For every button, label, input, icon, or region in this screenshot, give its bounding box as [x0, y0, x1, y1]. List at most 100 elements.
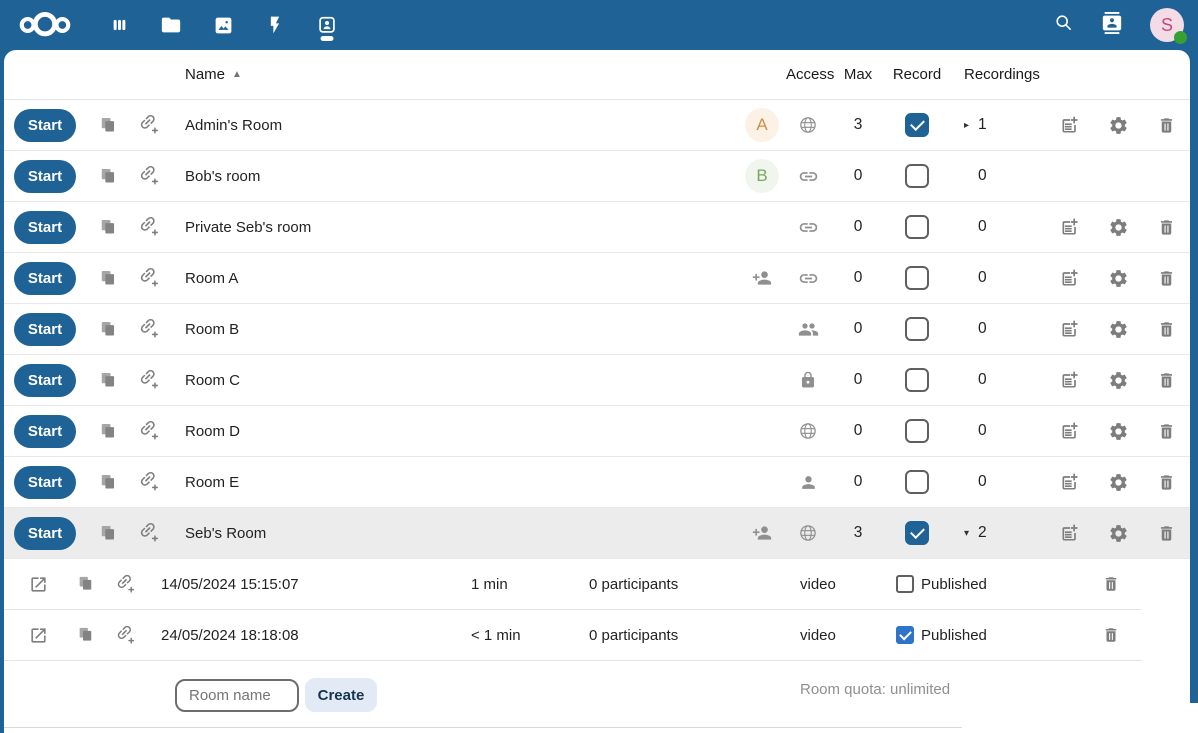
delete-room-button[interactable]	[1142, 320, 1190, 339]
start-button[interactable]: Start	[14, 517, 76, 550]
add-link-button[interactable]	[126, 471, 174, 493]
edit-room-button[interactable]	[1046, 523, 1094, 543]
record-checkbox[interactable]	[905, 215, 929, 239]
delete-recording-button[interactable]	[1080, 626, 1141, 644]
record-checkbox[interactable]	[905, 470, 929, 494]
room-name: Admin's Room	[174, 117, 738, 134]
start-button[interactable]: Start	[14, 109, 76, 142]
room-settings-button[interactable]	[1094, 523, 1142, 544]
recording-row: 14/05/2024 15:15:07 1 min 0 participants…	[4, 559, 1141, 610]
room-settings-button[interactable]	[1094, 115, 1142, 136]
delete-room-button[interactable]	[1142, 422, 1190, 441]
record-checkbox[interactable]	[905, 368, 929, 392]
delete-room-button[interactable]	[1142, 269, 1190, 288]
create-room-button[interactable]: Create	[305, 678, 377, 712]
copy-link-button[interactable]	[90, 524, 126, 543]
start-button[interactable]: Start	[14, 262, 76, 295]
recordings-toggle[interactable]: 0	[948, 422, 1046, 440]
published-checkbox[interactable]	[896, 626, 914, 644]
copy-link-button[interactable]	[90, 116, 126, 135]
edit-room-button[interactable]	[1046, 370, 1094, 390]
edit-room-button[interactable]	[1046, 268, 1094, 288]
add-link-button[interactable]	[126, 318, 174, 340]
copy-link-button[interactable]	[90, 422, 126, 441]
share-recording-button[interactable]	[100, 574, 152, 595]
app-photos[interactable]	[212, 0, 234, 50]
room-name: Room A	[174, 270, 738, 287]
recordings-toggle[interactable]: ▾ 2	[948, 524, 1046, 542]
room-list: Start Admin's Room A 3 ▸ 1	[4, 100, 1190, 559]
edit-room-button[interactable]	[1046, 115, 1094, 135]
app-dashboard[interactable]	[108, 0, 130, 50]
start-button[interactable]: Start	[14, 364, 76, 397]
app-activity[interactable]	[264, 0, 286, 50]
copy-link-button[interactable]	[90, 167, 126, 186]
app-meetings[interactable]	[316, 0, 338, 50]
add-link-button[interactable]	[126, 369, 174, 391]
copy-link-button[interactable]	[90, 371, 126, 390]
record-checkbox[interactable]	[905, 317, 929, 341]
edit-room-button[interactable]	[1046, 472, 1094, 492]
app-files[interactable]	[160, 0, 182, 50]
start-button[interactable]: Start	[14, 466, 76, 499]
delete-room-button[interactable]	[1142, 218, 1190, 237]
contacts-button[interactable]	[1101, 12, 1123, 39]
record-checkbox[interactable]	[905, 266, 929, 290]
room-name-input[interactable]	[175, 679, 299, 712]
room-settings-button[interactable]	[1094, 370, 1142, 391]
edit-room-button[interactable]	[1046, 421, 1094, 441]
copy-recording-link-button[interactable]	[72, 626, 100, 644]
edit-room-button[interactable]	[1046, 217, 1094, 237]
nextcloud-logo[interactable]	[16, 12, 74, 38]
recordings-toggle[interactable]: ▸ 1	[948, 116, 1046, 134]
delete-recording-button[interactable]	[1080, 575, 1141, 593]
record-checkbox[interactable]	[905, 521, 929, 545]
add-link-button[interactable]	[126, 114, 174, 136]
room-settings-button[interactable]	[1094, 319, 1142, 340]
recordings-toggle[interactable]: 0	[948, 218, 1046, 236]
open-recording-button[interactable]	[4, 626, 72, 645]
add-link-button[interactable]	[126, 267, 174, 289]
room-settings-button[interactable]	[1094, 421, 1142, 442]
start-button[interactable]: Start	[14, 211, 76, 244]
add-link-button[interactable]	[126, 165, 174, 187]
copy-icon	[99, 167, 118, 186]
add-link-button[interactable]	[126, 522, 174, 544]
column-header-access: Access	[786, 66, 830, 83]
add-link-button[interactable]	[126, 420, 174, 442]
room-settings-button[interactable]	[1094, 217, 1142, 238]
start-button[interactable]: Start	[14, 313, 76, 346]
start-button[interactable]: Start	[14, 415, 76, 448]
column-header-name[interactable]: Name ▲	[174, 66, 738, 83]
copy-link-button[interactable]	[90, 320, 126, 339]
search-button[interactable]	[1053, 12, 1074, 38]
room-settings-button[interactable]	[1094, 472, 1142, 493]
recording-type: video	[792, 576, 890, 593]
delete-room-button[interactable]	[1142, 473, 1190, 492]
recording-participants: 0 participants	[582, 627, 792, 644]
recordings-toggle[interactable]: 0	[948, 320, 1046, 338]
delete-room-button[interactable]	[1142, 371, 1190, 390]
add-link-button[interactable]	[126, 216, 174, 238]
edit-room-button[interactable]	[1046, 319, 1094, 339]
record-checkbox[interactable]	[905, 164, 929, 188]
start-button[interactable]: Start	[14, 160, 76, 193]
recordings-toggle[interactable]: 0	[948, 473, 1046, 491]
record-checkbox[interactable]	[905, 419, 929, 443]
record-checkbox[interactable]	[905, 113, 929, 137]
delete-room-button[interactable]	[1142, 116, 1190, 135]
recordings-toggle[interactable]: 0	[948, 269, 1046, 287]
recordings-toggle[interactable]: 0	[948, 371, 1046, 389]
room-settings-button[interactable]	[1094, 268, 1142, 289]
open-recording-button[interactable]	[4, 575, 72, 594]
published-checkbox[interactable]	[896, 575, 914, 593]
scrollbar-thumb[interactable]	[1190, 50, 1198, 703]
share-recording-button[interactable]	[100, 625, 152, 646]
copy-recording-link-button[interactable]	[72, 575, 100, 593]
copy-link-button[interactable]	[90, 218, 126, 237]
copy-link-button[interactable]	[90, 269, 126, 288]
user-avatar[interactable]: S	[1150, 8, 1184, 42]
delete-room-button[interactable]	[1142, 524, 1190, 543]
copy-link-button[interactable]	[90, 473, 126, 492]
recordings-toggle[interactable]: 0	[948, 167, 1046, 185]
